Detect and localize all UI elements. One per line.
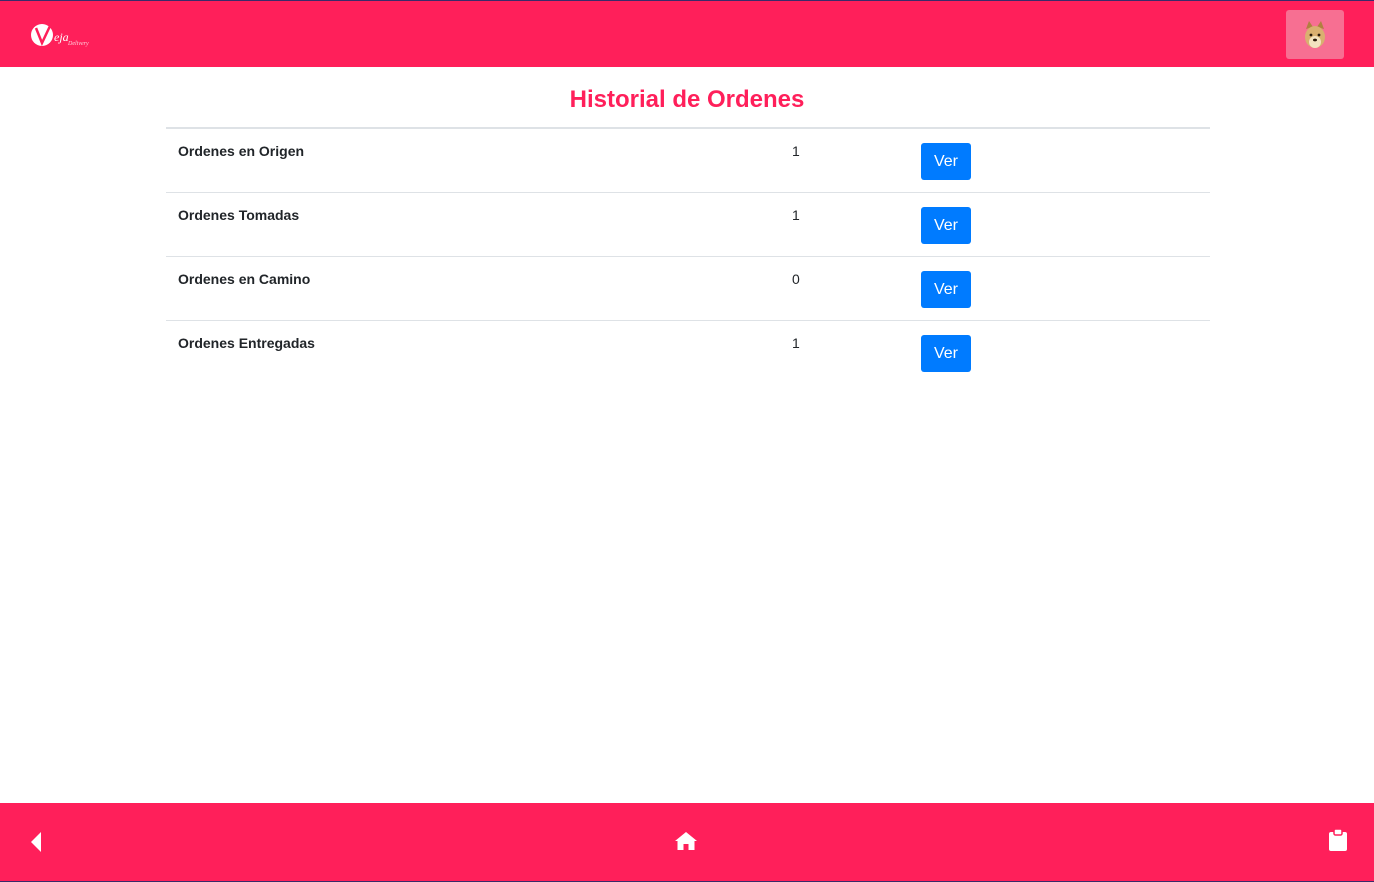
row-count: 0 <box>792 271 800 287</box>
home-icon[interactable] <box>674 831 698 851</box>
bottom-navbar <box>0 803 1374 882</box>
brand-logo[interactable]: eja Delivery <box>30 21 96 49</box>
orders-table: Ordenes en Origen 1 Ver Ordenes Tomadas … <box>166 127 1210 384</box>
row-label: Ordenes en Origen <box>178 143 305 159</box>
table-row: Ordenes en Origen 1 Ver <box>166 129 1210 193</box>
user-avatar-button[interactable] <box>1286 10 1344 59</box>
table-row: Ordenes Tomadas 1 Ver <box>166 193 1210 257</box>
top-navbar: eja Delivery <box>0 0 1374 67</box>
doge-avatar <box>1305 20 1325 48</box>
svg-text:eja: eja <box>54 30 69 44</box>
table-row: Ordenes en Camino 0 Ver <box>166 257 1210 321</box>
row-count: 1 <box>792 143 800 159</box>
row-label: Ordenes Entregadas <box>178 335 315 351</box>
row-label: Ordenes en Camino <box>178 271 311 287</box>
page-title: Historial de Ordenes <box>569 86 805 113</box>
svg-text:Delivery: Delivery <box>67 41 89 47</box>
ver-button[interactable]: Ver <box>921 143 971 180</box>
back-arrow-icon[interactable] <box>29 831 43 853</box>
clipboard-icon[interactable] <box>1329 829 1347 851</box>
row-count: 1 <box>792 207 800 223</box>
ver-button[interactable]: Ver <box>921 271 971 308</box>
row-label: Ordenes Tomadas <box>178 207 300 223</box>
ver-button[interactable]: Ver <box>921 207 971 244</box>
ver-button[interactable]: Ver <box>921 335 971 372</box>
row-count: 1 <box>792 335 800 351</box>
table-row: Ordenes Entregadas 1 Ver <box>166 321 1210 384</box>
